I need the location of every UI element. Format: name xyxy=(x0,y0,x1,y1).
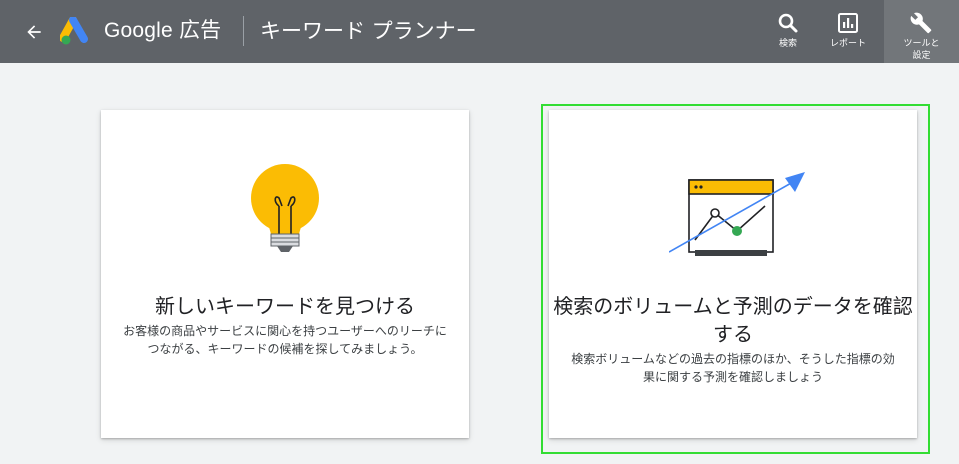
card-description: お客様の商品やサービスに関心を持つユーザーへのリーチにつながる、キーワードの候補… xyxy=(123,324,447,356)
page-title: キーワード プランナー xyxy=(260,19,477,43)
lightbulb-icon xyxy=(251,164,319,252)
tools-settings-label: ツールと 設定 xyxy=(903,39,940,61)
google-ads-logo-icon xyxy=(60,17,88,45)
wrench-icon xyxy=(910,12,931,34)
report-button[interactable]: レポート xyxy=(824,0,872,63)
product-name: Google 広告 xyxy=(104,19,222,42)
forecast-chart-icon xyxy=(669,172,805,256)
report-label: レポート xyxy=(829,39,866,49)
tools-settings-button[interactable]: ツールと 設定 xyxy=(884,0,959,63)
card-description: 検索ボリュームなどの過去の指標のほか、そうした指標の効果に関する予測を確認しまし… xyxy=(571,352,895,384)
card-title: 新しいキーワードを見つける xyxy=(155,294,415,318)
card-title: 検索のボリュームと予測のデータを確認する xyxy=(553,294,913,346)
search-label: 検索 xyxy=(778,39,797,49)
search-button[interactable]: 検索 xyxy=(770,0,806,63)
report-icon xyxy=(838,13,858,33)
back-arrow-icon xyxy=(27,25,41,39)
forecast-data-card[interactable]: 検索のボリュームと予測のデータを確認する 検索ボリュームなどの過去の指標のほか、… xyxy=(549,110,917,438)
discover-keywords-card[interactable]: 新しいキーワードを見つける お客様の商品やサービスに関心を持つユーザーへのリーチ… xyxy=(101,110,469,438)
header-divider xyxy=(243,16,244,46)
search-icon xyxy=(778,13,798,33)
top-app-bar: Google 広告 キーワード プランナー 検索 レポート ツールと 設定 xyxy=(0,0,959,63)
back-button[interactable] xyxy=(20,18,48,46)
